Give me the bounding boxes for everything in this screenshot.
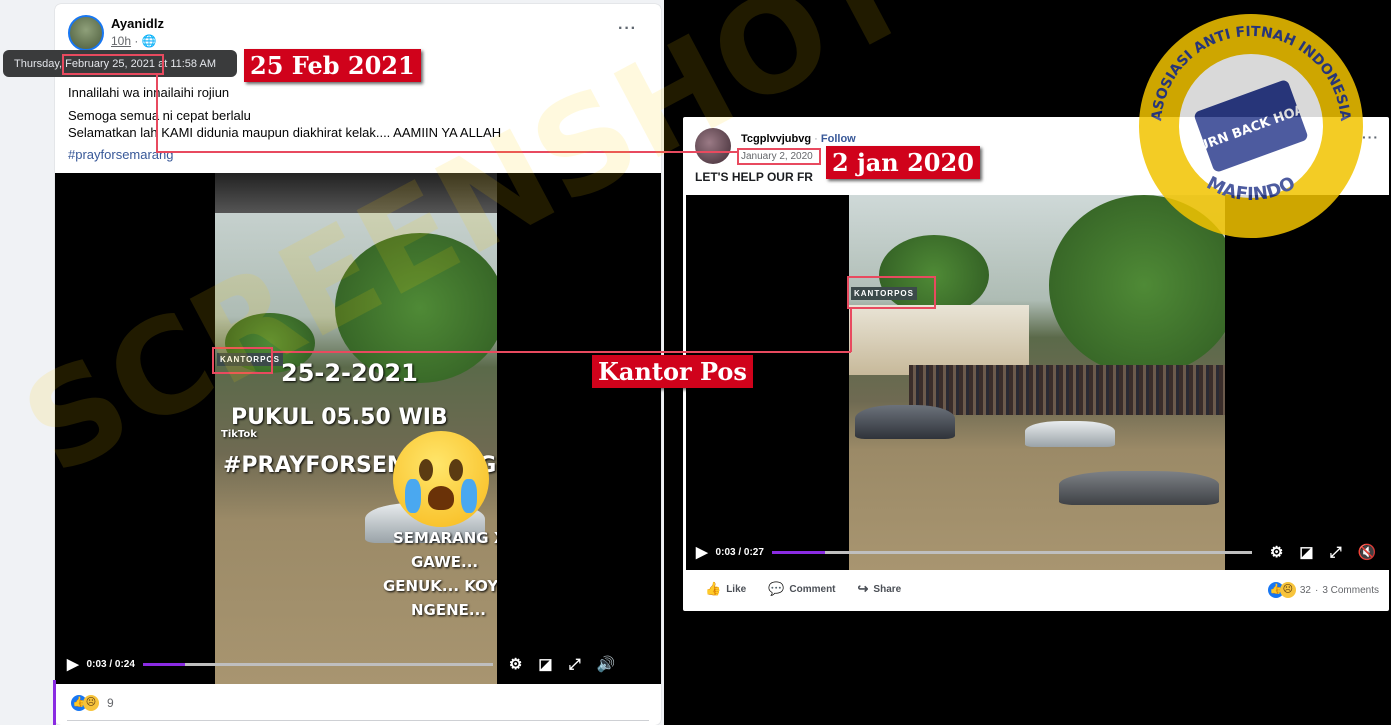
right-post-video-player[interactable]: KANTORPOS ▶ 0:03 / 0:27 ⚙ ◪ ⤢ 🔇 [686, 195, 1389, 570]
crowd-shape [909, 365, 1225, 415]
left-post-text-line3: Selamatkan lah KAMI didunia maupun diakh… [68, 125, 502, 140]
right-video-progress-bar[interactable] [771, 550, 1252, 554]
right-post-reactions[interactable]: 👍 ☹ 32 · 3 Comments [1267, 582, 1379, 598]
like-label: Like [726, 583, 747, 595]
left-post-divider [67, 720, 649, 721]
sign-connector-line [850, 309, 852, 352]
left-post-card: Ayanidlz 10h · 🌐 ··· Innalilahi wa innai… [55, 4, 661, 725]
share-button[interactable]: ↪ Share [858, 581, 902, 597]
left-post-meta: 10h · 🌐 [111, 34, 157, 48]
annotation-left-date: 25 Feb 2021 [244, 49, 421, 82]
volume-icon[interactable]: 🔊 [597, 655, 616, 673]
left-video-controls: ▶ 0:03 / 0:24 ⚙ ◪ ⤢ 🔊 [55, 649, 661, 679]
picture-in-picture-icon[interactable]: ◪ [1299, 543, 1313, 561]
thumbs-up-icon: 👍 [705, 581, 722, 596]
follow-button[interactable]: Follow [821, 133, 856, 145]
right-video-frame: KANTORPOS [849, 195, 1225, 570]
left-video-time: 0:03 / 0:24 [86, 658, 135, 670]
right-video-controls: ▶ 0:03 / 0:27 ⚙ ◪ ⤢ 🔇 [686, 537, 1389, 567]
right-post-avatar[interactable] [695, 128, 731, 164]
play-icon[interactable]: ▶ [67, 655, 79, 673]
date-connector-line [156, 74, 158, 152]
settings-gear-icon[interactable]: ⚙ [509, 655, 522, 673]
left-post-accent-bar [53, 680, 56, 725]
left-video-progress-fill [142, 662, 185, 666]
sad-reaction-icon: ☹ [83, 695, 99, 711]
video-overlay-time: PUKUL 05.50 WIB [231, 405, 448, 430]
emoji-mouth [428, 486, 454, 510]
globe-icon: 🌐 [141, 34, 157, 48]
left-post-more-options-icon[interactable]: ··· [618, 20, 637, 38]
screenshot-canvas: Ayanidlz 10h · 🌐 ··· Innalilahi wa innai… [0, 0, 1391, 725]
left-post-author[interactable]: Ayanidlz [111, 16, 164, 31]
separator-dot: · [1314, 584, 1319, 596]
right-post-author[interactable]: Tcgplvvjubvg [741, 133, 811, 145]
submerged-car [1025, 421, 1115, 447]
left-post-reactions[interactable]: 👍 ☹ 9 [71, 695, 114, 711]
comment-button[interactable]: 💬 Comment [768, 581, 835, 597]
left-post-text-line1: Innalilahi wa innailaihi rojiun [68, 85, 230, 100]
annotation-kantor-pos: Kantor Pos [592, 355, 753, 388]
emoji-eye [419, 459, 433, 481]
right-post-action-bar: 👍 Like 💬 Comment ↪ Share [705, 581, 923, 597]
like-button[interactable]: 👍 Like [705, 581, 746, 597]
picture-in-picture-icon[interactable]: ◪ [538, 655, 552, 673]
left-sign-highlight-box [212, 347, 273, 374]
submerged-car [855, 405, 955, 439]
settings-gear-icon[interactable]: ⚙ [1270, 543, 1283, 561]
sad-reaction-icon: ☹ [1279, 582, 1296, 598]
video-caption-line4: NGENE... [411, 601, 487, 619]
fullscreen-icon[interactable]: ⤢ [1330, 544, 1342, 561]
video-overlay-date: 25-2-2021 [281, 359, 418, 387]
left-date-highlight-box [62, 54, 164, 75]
emoji-eye [449, 459, 463, 481]
date-connector-line [156, 151, 739, 153]
right-video-time: 0:03 / 0:27 [715, 546, 764, 558]
right-post-text: LET'S HELP OUR FR [695, 170, 813, 184]
right-video-progress-fill [771, 550, 825, 554]
right-reaction-count: 32 [1299, 584, 1311, 596]
comment-icon: 💬 [768, 581, 785, 596]
left-post-text-line2: Semoga semua ni cepat berlalu [68, 108, 251, 123]
left-post-avatar[interactable] [68, 15, 104, 51]
fullscreen-icon[interactable]: ⤢ [569, 656, 581, 673]
crying-face-icon [393, 431, 489, 527]
left-video-frame: KANTORPOS 25-2-2021 PUKUL 05.50 WIB TikT… [215, 173, 497, 684]
right-sign-highlight-box [847, 276, 936, 309]
play-icon[interactable]: ▶ [696, 543, 708, 561]
video-caption-line3: GENUK... KOYO [383, 577, 497, 595]
video-caption-line1: SEMARANG X [393, 529, 497, 547]
comment-label: Comment [789, 583, 836, 595]
separator-dot: · [134, 34, 142, 48]
annotation-right-date: 2 jan 2020 [826, 146, 980, 179]
share-icon: ↪ [857, 581, 869, 596]
left-reaction-count: 9 [107, 696, 114, 710]
left-post-video-player[interactable]: KANTORPOS 25-2-2021 PUKUL 05.50 WIB TikT… [55, 173, 661, 684]
mafindo-turnbackhoax-logo-icon: ASOSIASI ANTI FITNAH INDONESIA MAFINDO T… [1139, 14, 1363, 238]
sign-connector-line [273, 351, 851, 353]
share-label: Share [873, 583, 902, 595]
emoji-tear [405, 479, 421, 513]
left-post-time[interactable]: 10h [111, 34, 131, 48]
right-date-highlight-box [737, 148, 821, 165]
video-overlay-source: TikTok [221, 429, 257, 440]
mute-icon[interactable]: 🔇 [1358, 543, 1377, 561]
right-post-header: Tcgplvvjubvg · Follow [741, 133, 856, 145]
right-comments-count[interactable]: 3 Comments [1322, 585, 1379, 596]
separator-dot: · [814, 133, 821, 145]
submerged-car [1059, 471, 1219, 505]
left-video-progress-bar[interactable] [142, 662, 493, 666]
emoji-tear [461, 479, 477, 513]
awning-shadow [215, 173, 497, 213]
video-caption-line2: GAWE... [411, 553, 479, 571]
